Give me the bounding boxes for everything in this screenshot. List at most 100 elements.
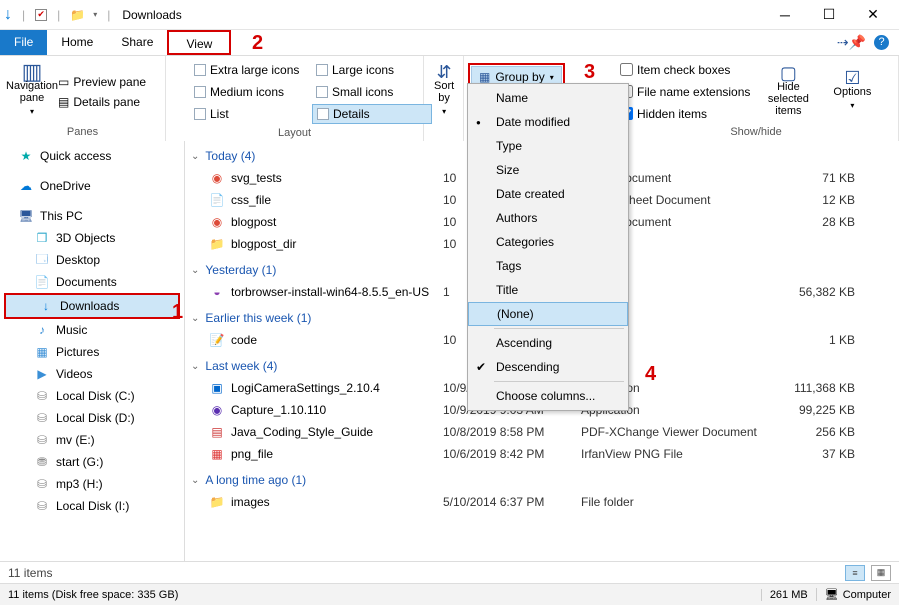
image-icon: ▦ [209, 446, 225, 462]
large-icon [316, 64, 328, 76]
app-arrow-icon: ↓ [4, 6, 12, 24]
navpane-icon: ▥ [22, 66, 43, 78]
layout-extra-large[interactable]: Extra large icons [190, 60, 310, 80]
group-by-menu: Name ●Date modified Type Size Date creat… [467, 83, 629, 411]
nav-videos[interactable]: ▶Videos [2, 363, 182, 385]
qat-dropdown-icon[interactable]: ▾ [93, 10, 97, 19]
maximize-button[interactable]: ☐ [807, 1, 851, 29]
annotation-2: 2 [252, 32, 263, 55]
disk-icon: ⛁ [34, 476, 50, 492]
groupby-none[interactable]: (None) [468, 302, 628, 326]
preview-pane-button[interactable]: ▭Preview pane [58, 75, 146, 89]
groupby-tags[interactable]: Tags [468, 254, 628, 278]
annotation-1: 1 [172, 301, 183, 324]
menu-bar: File Home Share View 2 ⇢📌 ? [0, 30, 899, 56]
groupby-descending[interactable]: ✔Descending [468, 355, 628, 379]
nav-downloads[interactable]: ↓Downloads [6, 295, 178, 317]
layout-large[interactable]: Large icons [312, 60, 432, 80]
groupby-title[interactable]: Title [468, 278, 628, 302]
nav-quick-access[interactable]: ★Quick access [2, 145, 182, 167]
nav-disk-h[interactable]: ⛁mp3 (H:) [2, 473, 182, 495]
hide-icon: ▢ [780, 67, 797, 79]
pc-icon: 🖥 [825, 588, 839, 601]
nav-pictures[interactable]: ▦Pictures [2, 341, 182, 363]
list-icon [194, 108, 206, 120]
nav-disk-c[interactable]: ⛁Local Disk (C:) [2, 385, 182, 407]
list-item[interactable]: ▤Java_Coding_Style_Guide10/8/2019 8:58 P… [191, 421, 893, 443]
minimize-button[interactable]: ─ [763, 1, 807, 29]
nav-this-pc[interactable]: 🖥This PC [2, 205, 182, 227]
disk-icon: ⛁ [34, 432, 50, 448]
groupby-date-created[interactable]: Date created [468, 182, 628, 206]
tab-file[interactable]: File [0, 30, 47, 55]
chevron-down-icon: ⌄ [191, 475, 199, 486]
qat-checkbox-icon[interactable]: ✔ [35, 9, 47, 21]
chevron-down-icon: ▾ [850, 100, 854, 112]
layout-details[interactable]: Details [312, 104, 432, 124]
pdf-icon: ▤ [209, 424, 225, 440]
details-pane-button[interactable]: ▤Details pane [58, 95, 146, 109]
cloud-icon: ☁ [18, 178, 34, 194]
help-icon[interactable]: ? [874, 35, 889, 50]
pin-ribbon-icon[interactable]: ⇢📌 [837, 34, 866, 51]
view-large-toggle[interactable]: ▦ [871, 565, 891, 581]
chevron-down-icon: ▾ [550, 73, 554, 82]
disk-icon: ⛁ [34, 410, 50, 426]
app-icon: ▣ [209, 380, 225, 396]
groupby-ascending[interactable]: Ascending [468, 331, 628, 355]
main-body: ★Quick access ☁OneDrive 🖥This PC ❒3D Obj… [0, 141, 899, 561]
groupby-size[interactable]: Size [468, 158, 628, 182]
quick-access-toolbar: ↓ | ✔ | 📁 ▾ | [4, 6, 114, 24]
doc-icon: 📄 [34, 274, 50, 290]
check-icon: ✔ [476, 360, 486, 374]
chevron-down-icon: ▾ [30, 106, 34, 118]
groupby-type[interactable]: Type [468, 134, 628, 158]
app-icon: ◉ [209, 402, 225, 418]
chevron-down-icon: ⌄ [191, 313, 199, 324]
groupby-authors[interactable]: Authors [468, 206, 628, 230]
sort-by-button[interactable]: ⇵ Sort by ▾ [430, 62, 458, 122]
nav-desktop[interactable]: 🗔Desktop [2, 249, 182, 271]
layout-small[interactable]: Small icons [312, 82, 432, 102]
groupby-name[interactable]: Name [468, 86, 628, 110]
3d-icon: ❒ [34, 230, 50, 246]
tab-view[interactable]: View [167, 30, 231, 55]
view-details-toggle[interactable]: ≡ [845, 565, 865, 581]
list-item[interactable]: ▦png_file10/6/2019 8:42 PMIrfanView PNG … [191, 443, 893, 465]
groupby-categories[interactable]: Categories [468, 230, 628, 254]
group-label-layout: Layout [172, 125, 417, 142]
nav-disk-i[interactable]: ⛁Local Disk (I:) [2, 495, 182, 517]
groupby-date-modified[interactable]: ●Date modified [468, 110, 628, 134]
file-name-extensions[interactable]: File name extensions [620, 82, 750, 102]
videos-icon: ▶ [34, 366, 50, 382]
nav-3d-objects[interactable]: ❒3D Objects [2, 227, 182, 249]
hidden-items[interactable]: Hidden items [620, 104, 750, 124]
window-controls: ─ ☐ ✕ [763, 1, 895, 29]
layout-medium[interactable]: Medium icons [190, 82, 310, 102]
chevron-down-icon: ⌄ [191, 151, 199, 162]
nav-disk-d[interactable]: ⛁Local Disk (D:) [2, 407, 182, 429]
desktop-icon: 🗔 [34, 252, 50, 268]
item-check-boxes[interactable]: Item check boxes [620, 60, 750, 80]
nav-disk-e[interactable]: ⛁mv (E:) [2, 429, 182, 451]
options-button[interactable]: ☑ Options ▾ [826, 68, 878, 116]
nav-onedrive[interactable]: ☁OneDrive [2, 175, 182, 197]
music-icon: ♪ [34, 322, 50, 338]
navigation-pane-button[interactable]: ▥ Navigation pane ▾ [6, 62, 58, 122]
group-longago[interactable]: ⌄A long time ago (1) [191, 465, 893, 491]
status-bar: 11 items ≡ ▦ [0, 561, 899, 583]
groupby-choose-columns[interactable]: Choose columns... [468, 384, 628, 408]
mem-usage: 261 MB [761, 589, 808, 601]
list-item[interactable]: 📁images5/10/2014 6:37 PMFile folder [191, 491, 893, 513]
star-icon: ★ [18, 148, 34, 164]
nav-music[interactable]: ♪Music [2, 319, 182, 341]
hide-selected-button[interactable]: ▢ Hide selected items [758, 63, 818, 121]
tab-share[interactable]: Share [107, 30, 167, 55]
layout-list[interactable]: List [190, 104, 310, 124]
nav-disk-g[interactable]: ⛃start (G:) [2, 451, 182, 473]
tab-home[interactable]: Home [47, 30, 107, 55]
navigation-tree[interactable]: ★Quick access ☁OneDrive 🖥This PC ❒3D Obj… [0, 141, 185, 561]
nav-documents[interactable]: 📄Documents [2, 271, 182, 293]
close-button[interactable]: ✕ [851, 1, 895, 29]
preview-icon: ▭ [58, 75, 69, 89]
